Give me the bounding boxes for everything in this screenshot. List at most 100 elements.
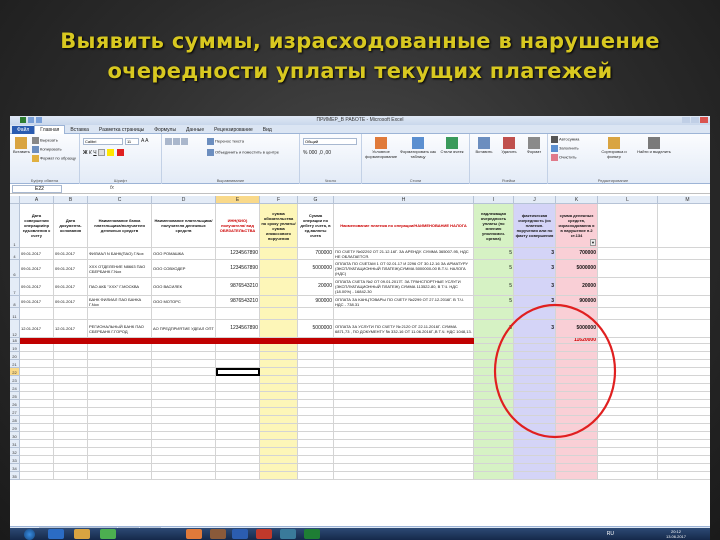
underline-button[interactable]: Ч (93, 150, 96, 156)
minimize-button[interactable] (682, 117, 690, 123)
cell-e29[interactable] (216, 424, 260, 432)
cell-j21[interactable] (514, 360, 556, 368)
format-cells-button[interactable]: Формат (523, 137, 545, 154)
cell-c29[interactable] (88, 424, 152, 432)
cell-l23[interactable] (598, 376, 658, 384)
cell-g19[interactable] (298, 344, 334, 352)
cell-m7[interactable] (658, 278, 710, 296)
cell-j29[interactable] (514, 424, 556, 432)
active-cell-selection[interactable] (216, 368, 260, 376)
cell-m11[interactable] (658, 308, 710, 320)
cell-f20[interactable] (260, 352, 298, 360)
cell-a27[interactable] (20, 408, 54, 416)
cell-g8[interactable]: 900000 (298, 296, 334, 308)
cell-b12[interactable]: 12.01.2017 (54, 320, 88, 338)
cell-l33[interactable] (598, 456, 658, 464)
cell-j11[interactable] (514, 308, 556, 320)
cell-a4[interactable]: 09.01.2017 (20, 248, 54, 260)
cell-m1[interactable] (658, 204, 710, 248)
cell-d29[interactable] (152, 424, 216, 432)
number-format-buttons[interactable]: % 000 ,0 ,00 (303, 150, 331, 156)
cell-l31[interactable] (598, 440, 658, 448)
cell-j32[interactable] (514, 448, 556, 456)
cell-b28[interactable] (54, 416, 88, 424)
merge-center-button[interactable]: Объединить и поместить в центре (207, 149, 279, 156)
cell-k7[interactable]: 20000 (556, 278, 598, 296)
cell-k31[interactable] (556, 440, 598, 448)
cell-c21[interactable] (88, 360, 152, 368)
word-icon[interactable] (232, 529, 248, 539)
cell-m23[interactable] (658, 376, 710, 384)
cell-l8[interactable] (598, 296, 658, 308)
cell-a24[interactable] (20, 384, 54, 392)
cell-j8[interactable]: 3 (514, 296, 556, 308)
cell-b33[interactable] (54, 456, 88, 464)
cell-k35[interactable] (556, 472, 598, 480)
cell-c4[interactable]: ФИЛИАЛ N БАНК(ПАО) Г.Nox (88, 248, 152, 260)
cell-j22[interactable] (514, 368, 556, 376)
cell-m6[interactable] (658, 260, 710, 278)
row-header-32[interactable]: 32 (10, 448, 20, 456)
cell-a26[interactable] (20, 400, 54, 408)
cell-f25[interactable] (260, 392, 298, 400)
acrobat-icon[interactable] (256, 529, 272, 539)
cell-i12[interactable]: 5 (474, 320, 514, 338)
cell-d32[interactable] (152, 448, 216, 456)
cell-f24[interactable] (260, 384, 298, 392)
row-header-30[interactable]: 30 (10, 432, 20, 440)
cell-h28[interactable] (334, 416, 474, 424)
cell-k26[interactable] (556, 400, 598, 408)
cell-g34[interactable] (298, 464, 334, 472)
cell-h31[interactable] (334, 440, 474, 448)
cell-i4[interactable]: 5 (474, 248, 514, 260)
cell-i20[interactable] (474, 352, 514, 360)
cell-d23[interactable] (152, 376, 216, 384)
cell-f31[interactable] (260, 440, 298, 448)
app-icon-1[interactable] (186, 529, 202, 539)
cell-c23[interactable] (88, 376, 152, 384)
cell-d7[interactable]: ООО ВАСИЛЕК (152, 278, 216, 296)
cell-k25[interactable] (556, 392, 598, 400)
row-header-26[interactable]: 26 (10, 400, 20, 408)
excel-taskbar-icon[interactable] (304, 529, 320, 539)
cell-j33[interactable] (514, 456, 556, 464)
cell-g35[interactable] (298, 472, 334, 480)
row-header-12[interactable]: 12 (10, 320, 20, 338)
format-as-table-button[interactable]: Форматировать как таблицу (400, 137, 436, 159)
cell-f30[interactable] (260, 432, 298, 440)
cell-l11[interactable] (598, 308, 658, 320)
cut-button[interactable]: Вырезать (32, 137, 58, 144)
app-icon-3[interactable] (280, 529, 296, 539)
ie-icon[interactable] (48, 529, 64, 539)
row-header-29[interactable]: 29 (10, 424, 20, 432)
row-header-21[interactable]: 21 (10, 360, 20, 368)
cell-a11[interactable] (20, 308, 54, 320)
cell-l25[interactable] (598, 392, 658, 400)
cell-a33[interactable] (20, 456, 54, 464)
folder-icon[interactable] (74, 529, 90, 539)
cell-l1[interactable] (598, 204, 658, 248)
row-header-6[interactable]: 6 (10, 260, 20, 278)
cell-c30[interactable] (88, 432, 152, 440)
cell-d27[interactable] (152, 408, 216, 416)
row-header-1[interactable]: 1 (10, 204, 20, 248)
conditional-format-button[interactable]: Условное форматирование (365, 137, 397, 159)
cell-d28[interactable] (152, 416, 216, 424)
cell-h35[interactable] (334, 472, 474, 480)
cell-j19[interactable] (514, 344, 556, 352)
cell-i30[interactable] (474, 432, 514, 440)
cell-j7[interactable]: 3 (514, 278, 556, 296)
cell-i33[interactable] (474, 456, 514, 464)
cell-k20[interactable] (556, 352, 598, 360)
cell-j25[interactable] (514, 392, 556, 400)
cell-j30[interactable] (514, 432, 556, 440)
cell-m8[interactable] (658, 296, 710, 308)
cell-g23[interactable] (298, 376, 334, 384)
cell-m28[interactable] (658, 416, 710, 424)
number-format-select[interactable]: Общий (303, 138, 357, 145)
cell-e25[interactable] (216, 392, 260, 400)
cell-m30[interactable] (658, 432, 710, 440)
cell-c27[interactable] (88, 408, 152, 416)
cell-h22[interactable] (334, 368, 474, 376)
cell-d26[interactable] (152, 400, 216, 408)
